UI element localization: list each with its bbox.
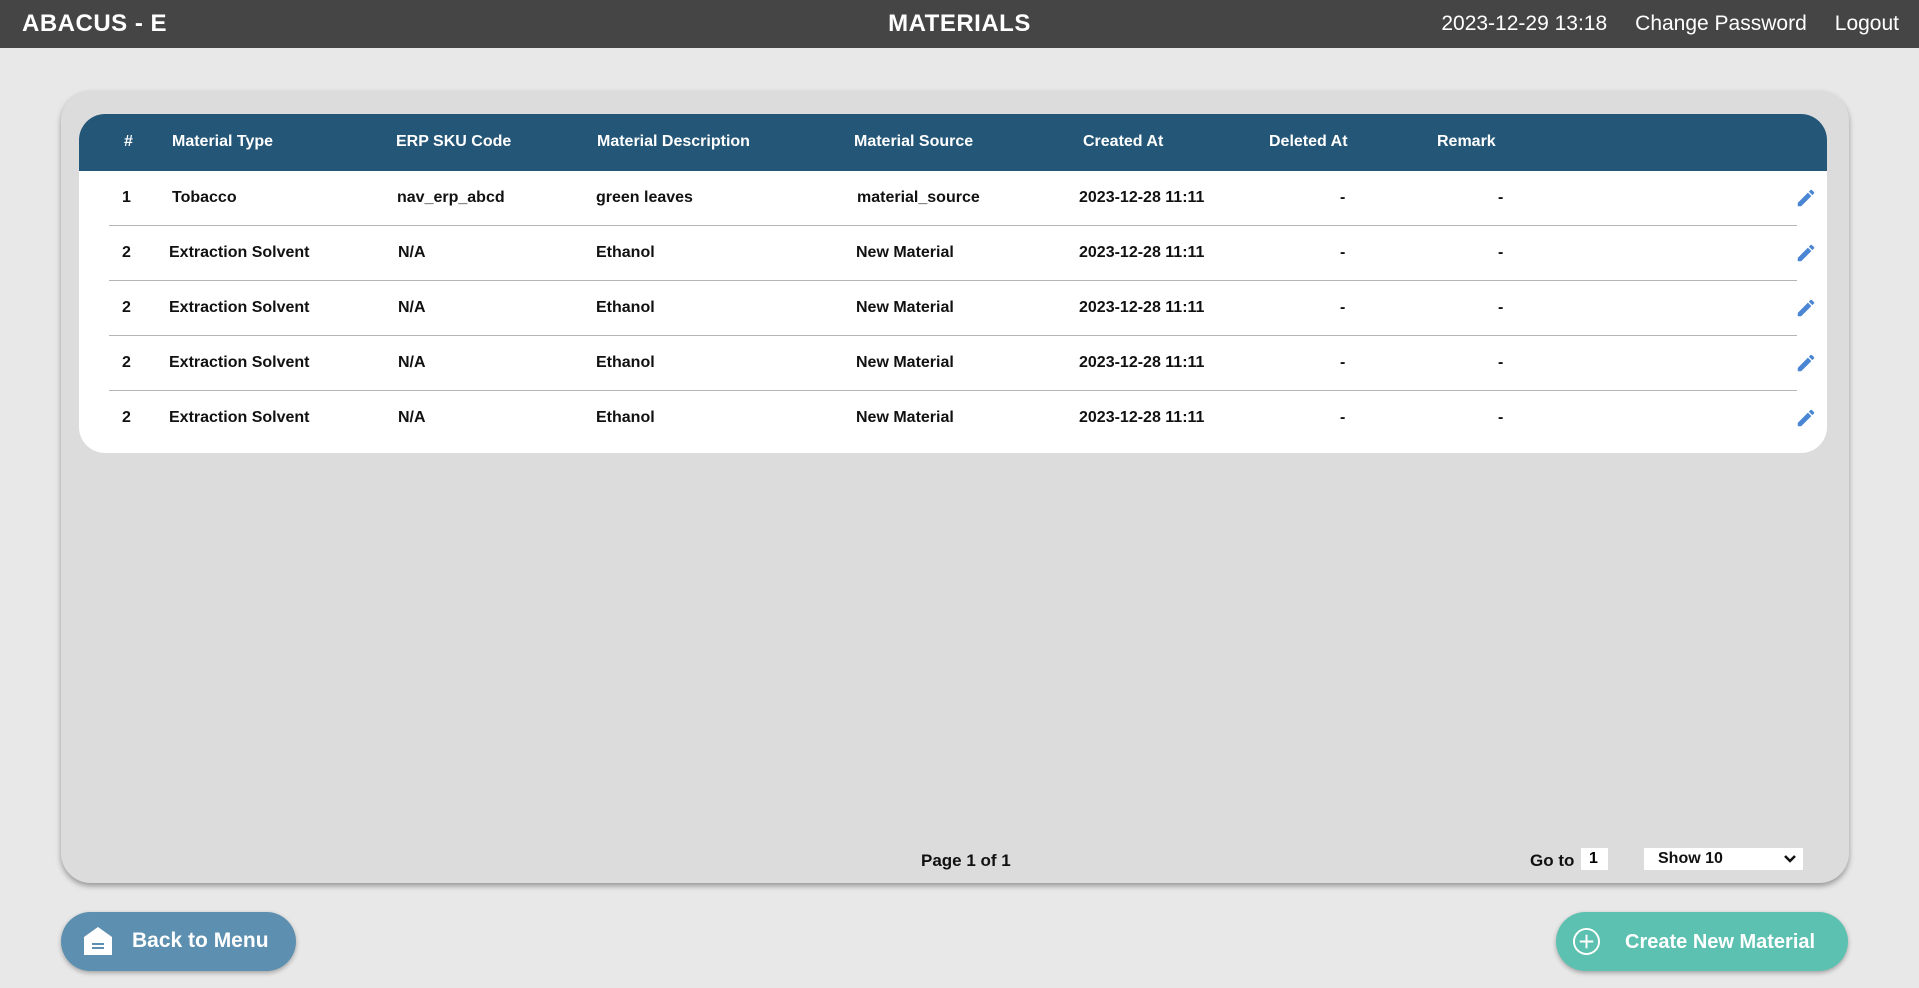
cell-index: 2 [122,244,131,261]
cell-erp-sku-code: N/A [398,409,426,426]
pencil-icon[interactable] [1795,407,1817,429]
pencil-icon[interactable] [1795,242,1817,264]
cell-remark: - [1498,409,1504,426]
table-row: 2 Extraction Solvent N/A Ethanol New Mat… [109,226,1815,281]
cell-index: 2 [122,409,131,426]
table-row: 2 Extraction Solvent N/A Ethanol New Mat… [109,336,1815,391]
cell-deleted-at: - [1340,409,1346,426]
cell-material-source: New Material [856,409,954,426]
cell-material-description: Ethanol [596,354,655,371]
cell-material-type: Extraction Solvent [169,409,310,426]
cell-erp-sku-code: N/A [398,354,426,371]
cell-material-description: Ethanol [596,244,655,261]
current-datetime: 2023-12-29 13:18 [1441,12,1608,35]
chevron-down-icon [1784,855,1796,863]
cell-deleted-at: - [1340,189,1346,206]
cell-material-source: material_source [857,189,980,206]
cell-deleted-at: - [1340,354,1346,371]
cell-created-at: 2023-12-28 11:11 [1079,299,1205,316]
column-header-deleted-at: Deleted At [1269,133,1348,150]
table-row: 1 Tobacco nav_erp_abcd green leaves mate… [109,171,1815,226]
cell-erp-sku-code: N/A [398,299,426,316]
back-to-menu-button[interactable]: Back to Menu [61,912,296,971]
cell-index: 2 [122,354,131,371]
cell-created-at: 2023-12-28 11:11 [1079,244,1205,261]
column-header-index: # [124,133,133,150]
cell-material-source: New Material [856,354,954,371]
cell-index: 2 [122,299,131,316]
table-header: # Material Type ERP SKU Code Material De… [79,114,1827,171]
page-size-value: Show 10 [1658,850,1723,867]
column-header-created-at: Created At [1083,133,1164,150]
materials-panel: # Material Type ERP SKU Code Material De… [61,91,1849,883]
cell-material-description: Ethanol [596,409,655,426]
page-info: Page 1 of 1 [921,851,1011,870]
column-header-erp-sku-code: ERP SKU Code [396,133,512,150]
cell-material-type: Extraction Solvent [169,299,310,316]
pencil-icon[interactable] [1795,187,1817,209]
logout-link[interactable]: Logout [1835,12,1899,36]
column-header-material-description: Material Description [597,133,750,150]
cell-material-source: New Material [856,244,954,261]
table-row: 2 Extraction Solvent N/A Ethanol New Mat… [109,391,1815,446]
goto-label: Go to [1530,851,1575,870]
pencil-icon[interactable] [1795,297,1817,319]
table-row: 2 Extraction Solvent N/A Ethanol New Mat… [109,281,1815,336]
cell-created-at: 2023-12-28 11:11 [1079,354,1205,371]
pagination: Page 1 of 1 Go to Show 10 [61,847,1849,877]
cell-remark: - [1498,299,1504,316]
column-header-remark: Remark [1437,133,1496,150]
cell-created-at: 2023-12-28 11:11 [1079,409,1205,426]
back-to-menu-label: Back to Menu [132,929,269,952]
goto-page-input[interactable] [1581,848,1608,870]
plus-circle-icon [1573,928,1600,955]
cell-material-source: New Material [856,299,954,316]
cell-remark: - [1498,244,1504,261]
page-size-select[interactable]: Show 10 [1644,848,1803,870]
cell-remark: - [1498,354,1504,371]
cell-remark: - [1498,189,1504,206]
materials-table: # Material Type ERP SKU Code Material De… [79,114,1827,453]
cell-material-description: Ethanol [596,299,655,316]
top-bar: ABACUS - E MATERIALS 2023-12-29 13:18 Ch… [0,0,1919,48]
cell-erp-sku-code: N/A [398,244,426,261]
cell-erp-sku-code: nav_erp_abcd [397,189,505,206]
cell-deleted-at: - [1340,299,1346,316]
change-password-link[interactable]: Change Password [1635,12,1807,36]
cell-deleted-at: - [1340,244,1346,261]
top-right-menu: 2023-12-29 13:18 Change Password Logout [1441,12,1899,36]
cell-index: 1 [122,189,131,206]
column-header-material-type: Material Type [172,133,274,150]
cell-material-type: Extraction Solvent [169,244,310,261]
cell-created-at: 2023-12-28 11:11 [1079,189,1205,206]
column-header-material-source: Material Source [854,133,974,150]
cell-material-type: Extraction Solvent [169,354,310,371]
cell-material-description: green leaves [596,189,693,206]
create-new-material-button[interactable]: Create New Material [1556,912,1848,971]
pencil-icon[interactable] [1795,352,1817,374]
cell-material-type: Tobacco [172,189,237,206]
create-new-material-label: Create New Material [1625,931,1816,953]
home-icon [84,927,112,955]
